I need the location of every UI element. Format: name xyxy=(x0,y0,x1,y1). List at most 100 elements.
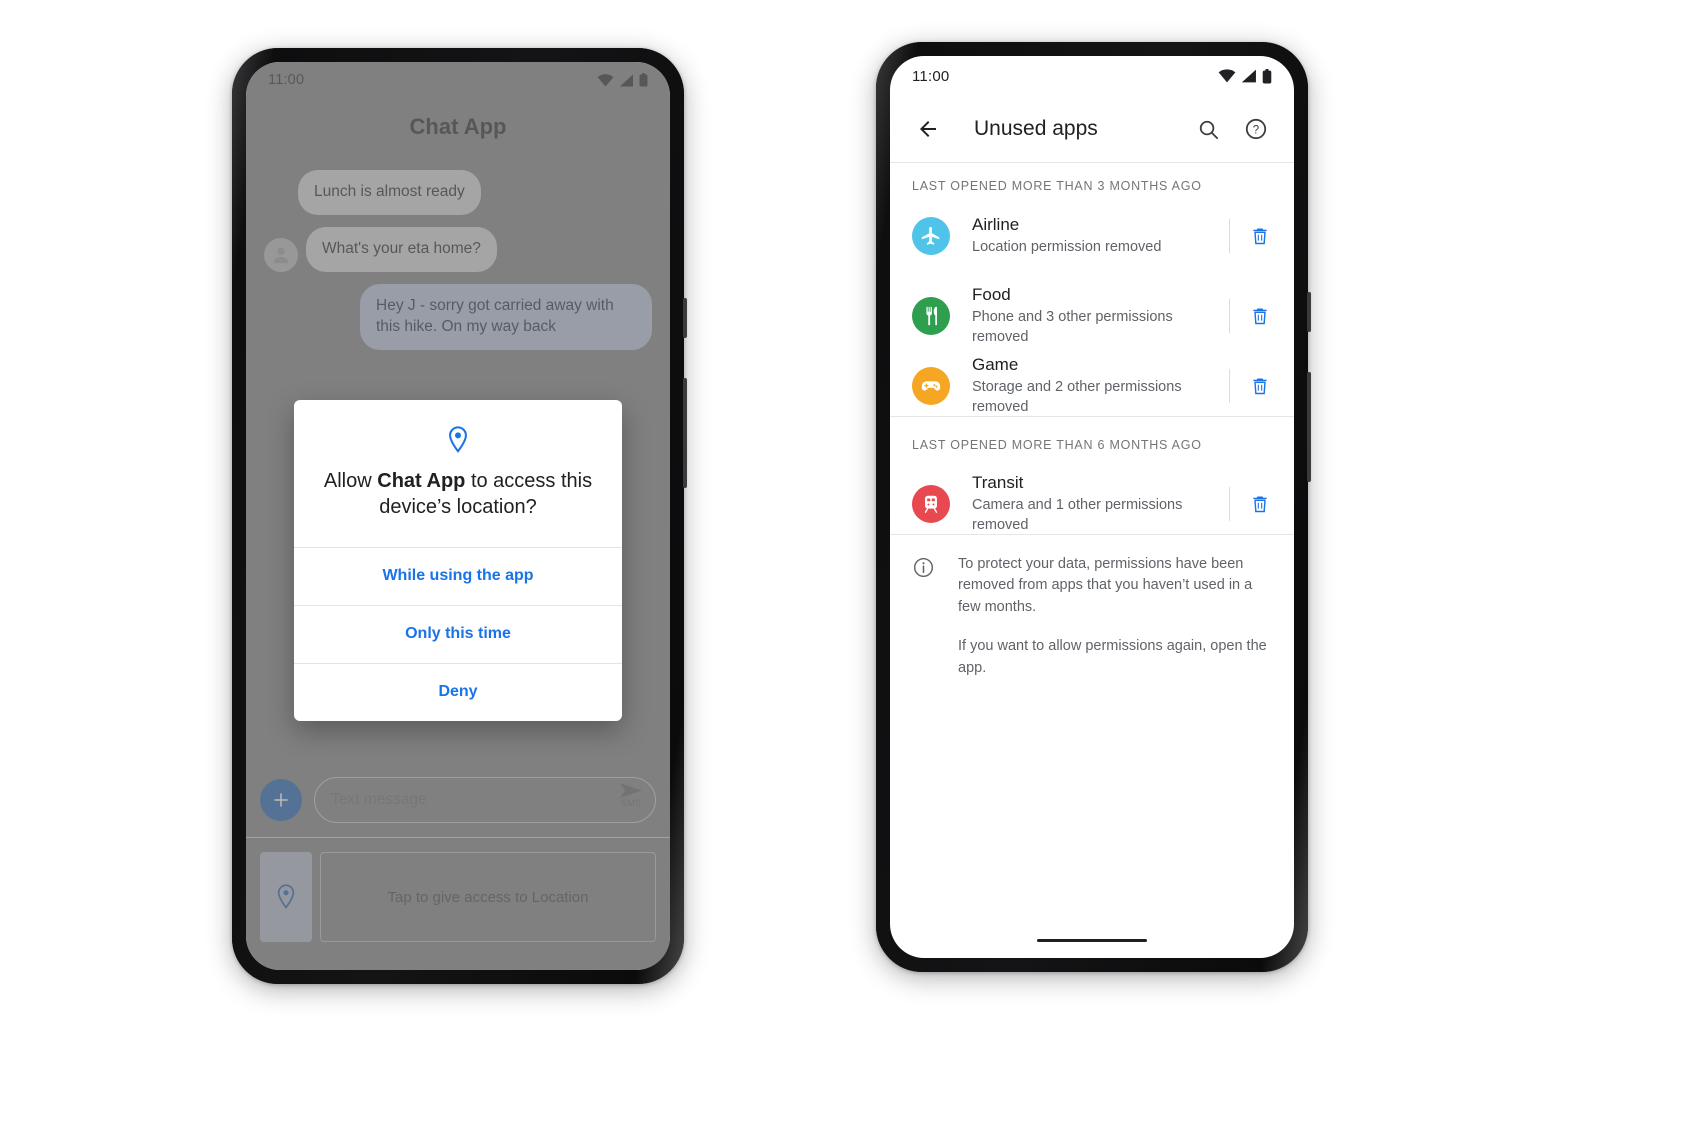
app-info: Airline Location permission removed xyxy=(972,214,1229,258)
permission-option-deny[interactable]: Deny xyxy=(294,662,622,721)
gamepad-glyph xyxy=(921,381,941,391)
search-icon[interactable] xyxy=(1188,109,1228,149)
trash-icon[interactable] xyxy=(1244,225,1276,247)
chat-bubble: What's your eta home? xyxy=(306,226,497,272)
permission-option-while-using[interactable]: While using the app xyxy=(294,546,622,605)
chat-app-title: Chat App xyxy=(409,114,507,139)
section-header-6-months: LAST OPENED MORE THAN 6 MONTHS AGO xyxy=(912,438,1202,452)
chat-bubble: Lunch is almost ready xyxy=(298,170,481,215)
plus-icon xyxy=(274,792,288,807)
permission-dialog-icon-wrap xyxy=(318,426,598,454)
phone-device-left: 11:00 Chat App Lunch is almost ready Wha… xyxy=(232,48,687,984)
help-circle-icon[interactable]: ? xyxy=(1236,109,1276,149)
gamepad-icon xyxy=(912,366,950,405)
svg-text:?: ? xyxy=(1253,125,1259,137)
cellular-signal-icon xyxy=(619,74,633,86)
help-glyph: ? xyxy=(1245,118,1267,140)
power-button[interactable] xyxy=(1307,292,1311,332)
person-icon xyxy=(273,247,289,264)
phone-screen-right: 11:00 Unused apps ? LAST OPENED MORE THA… xyxy=(890,56,1294,958)
row-separator xyxy=(1229,486,1230,521)
battery-icon xyxy=(639,73,648,87)
app-row-transit[interactable]: Transit Camera and 1 other permissions r… xyxy=(890,462,1294,545)
screenshot-canvas: 11:00 Chat App Lunch is almost ready Wha… xyxy=(0,0,1700,1132)
location-suggestion-label: Tap to give access to Location xyxy=(387,888,589,906)
trash-glyph xyxy=(1253,228,1267,245)
status-bar-icons xyxy=(597,73,648,87)
app-subtitle: Phone and 3 other permissions removed xyxy=(972,309,1173,345)
chat-message-row: Hey J - sorry got carried away with this… xyxy=(246,283,670,350)
trash-icon[interactable] xyxy=(1244,375,1276,397)
trash-icon[interactable] xyxy=(1244,493,1276,515)
attach-plus-button[interactable] xyxy=(260,778,302,821)
home-indicator[interactable] xyxy=(1037,939,1147,942)
app-row-game[interactable]: Game Storage and 2 other permissions rem… xyxy=(890,344,1294,427)
wifi-icon xyxy=(1218,69,1236,83)
section-divider xyxy=(890,416,1294,417)
wifi-icon xyxy=(597,73,614,86)
volume-button[interactable] xyxy=(683,378,687,488)
app-name: Transit xyxy=(972,473,1024,492)
location-suggestion-bar: Tap to give access to Location xyxy=(246,852,670,942)
row-separator xyxy=(1229,298,1230,333)
chat-bubble: Hey J - sorry got carried away with this… xyxy=(360,283,652,350)
location-chip[interactable] xyxy=(260,852,312,942)
row-separator xyxy=(1229,218,1230,253)
footer-info-paragraph-2: If you want to allow permissions again, … xyxy=(958,638,1267,676)
volume-button[interactable] xyxy=(1307,372,1311,482)
trash-glyph xyxy=(1253,496,1267,512)
message-composer: Text message SMS xyxy=(246,762,670,838)
chat-message-list: Lunch is almost ready What's your eta ho… xyxy=(246,170,670,362)
app-name: Game xyxy=(972,355,1019,374)
permission-question-app-name: Chat App xyxy=(377,470,466,492)
permission-dialog-question: Allow Chat App to access this device’s l… xyxy=(318,468,598,521)
chat-message-row: What's your eta home? xyxy=(246,226,670,272)
footer-info-paragraph-1: To protect your data, permissions have b… xyxy=(958,556,1253,615)
text-message-input[interactable]: Text message SMS xyxy=(314,776,656,823)
avatar xyxy=(264,237,298,272)
send-button-label: SMS xyxy=(620,797,642,808)
phone-screen-left: 11:00 Chat App Lunch is almost ready Wha… xyxy=(246,62,670,970)
app-row-airline[interactable]: Airline Location permission removed xyxy=(890,204,1294,268)
app-subtitle: Storage and 2 other permissions removed xyxy=(972,379,1182,415)
app-info: Game Storage and 2 other permissions rem… xyxy=(972,354,1229,417)
power-button[interactable] xyxy=(683,298,687,338)
app-info: Food Phone and 3 other permissions remov… xyxy=(972,284,1229,347)
app-name: Airline xyxy=(972,215,1020,234)
text-message-placeholder: Text message xyxy=(331,790,427,808)
chat-message-row: Lunch is almost ready xyxy=(246,170,670,215)
phone-device-right: 11:00 Unused apps ? LAST OPENED MORE THA… xyxy=(876,42,1311,972)
train-glyph xyxy=(924,495,938,513)
location-permission-dialog: Allow Chat App to access this device’s l… xyxy=(294,400,622,721)
trash-icon[interactable] xyxy=(1244,305,1276,327)
train-icon xyxy=(912,484,950,523)
status-bar-right: 11:00 xyxy=(890,56,1294,96)
status-bar-icons xyxy=(1218,68,1272,84)
search-glyph xyxy=(1199,120,1218,139)
restaurant-glyph xyxy=(926,306,937,325)
app-info: Transit Camera and 1 other permissions r… xyxy=(972,472,1229,535)
status-bar-left: 11:00 xyxy=(246,62,670,98)
back-arrow-glyph xyxy=(920,121,936,137)
airplane-glyph xyxy=(921,226,940,245)
page-title: Unused apps xyxy=(974,117,1098,140)
trash-glyph xyxy=(1253,308,1267,324)
restaurant-icon xyxy=(912,296,950,335)
status-bar-time: 11:00 xyxy=(268,72,305,88)
back-arrow-icon[interactable] xyxy=(908,109,948,149)
section-header-3-months: LAST OPENED MORE THAN 3 MONTHS AGO xyxy=(912,179,1202,193)
permission-dialog-header: Allow Chat App to access this device’s l… xyxy=(294,400,622,547)
send-button[interactable]: SMS xyxy=(619,782,643,808)
permission-question-prefix: Allow xyxy=(323,470,378,492)
permission-option-only-this-time[interactable]: Only this time xyxy=(294,604,622,663)
airplane-icon xyxy=(912,216,950,255)
battery-icon xyxy=(1262,68,1272,83)
info-circle-icon xyxy=(912,556,938,679)
location-suggestion-card[interactable]: Tap to give access to Location xyxy=(320,852,656,942)
app-name: Food xyxy=(972,285,1011,304)
info-glyph xyxy=(913,557,934,578)
row-separator xyxy=(1229,368,1230,403)
footer-info-block: To protect your data, permissions have b… xyxy=(890,534,1294,679)
app-subtitle: Location permission removed xyxy=(972,239,1162,256)
status-bar-time: 11:00 xyxy=(912,67,950,85)
